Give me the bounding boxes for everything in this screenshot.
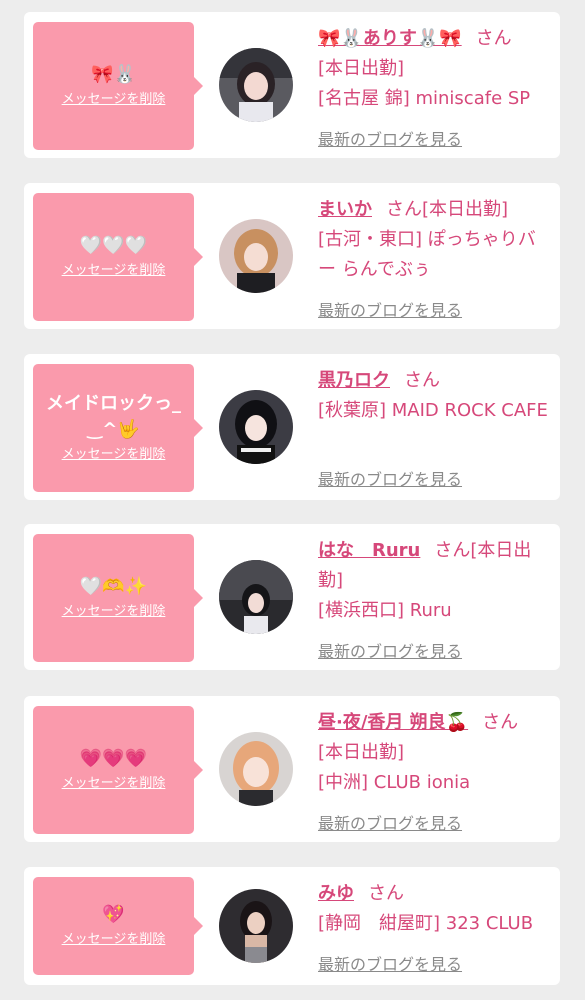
message-text: 💗💗💗 <box>79 748 148 769</box>
entry-info: 🎀🐰ありす🐰🎀 さん [本日出勤] [名古屋 錦] miniscafe SP <box>318 24 550 114</box>
honorific: さん <box>404 370 440 391</box>
honorific: さん <box>475 28 512 49</box>
list-item: 💗💗💗 メッセージを削除 昼·夜/香月 朔良🍒 さん [本日出勤] [中洲] CL… <box>24 696 560 842</box>
avatar[interactable] <box>219 219 293 293</box>
latest-blog-link[interactable]: 最新のブログを見る <box>318 951 462 975</box>
message-bubble: 🤍🫶✨ メッセージを削除 <box>33 534 203 662</box>
honorific: さん <box>386 199 422 220</box>
honorific: さん <box>482 712 519 733</box>
message-bubble: 🤍🤍🤍 メッセージを削除 <box>33 193 203 321</box>
entry-info: 昼·夜/香月 朔良🍒 さん [本日出勤] [中洲] CLUB ionia <box>318 708 550 798</box>
entry-info: 黒乃ロク さん [秋葉原] MAID ROCK CAFE <box>318 366 550 426</box>
message-text: メイドロックっ_ ‿^🤟 <box>46 393 181 440</box>
message-bubble: 💗💗💗 メッセージを削除 <box>33 706 203 834</box>
message-bubble: 💖 メッセージを削除 <box>33 877 203 975</box>
message-bubble: 🎀🐰 メッセージを削除 <box>33 22 203 150</box>
message-text: 🤍🫶✨ <box>79 576 148 597</box>
shop-link[interactable]: [古河・東口] ぽっちゃりバー らんでぶぅ <box>318 229 536 280</box>
girl-name-link[interactable]: みゆ <box>318 883 354 904</box>
entry-info: まいか さん[本日出勤] [古河・東口] ぽっちゃりバー らんでぶぅ <box>318 195 550 285</box>
honorific: さん <box>368 883 404 904</box>
message-text: 💖 <box>102 904 125 925</box>
delete-message-link[interactable]: メッセージを削除 <box>62 445 166 465</box>
honorific: さん <box>434 540 471 561</box>
avatar[interactable] <box>219 560 293 634</box>
list-item: 🤍🫶✨ メッセージを削除 はな Ruru さん[本日出勤] [横浜西口] Ruru… <box>24 524 560 670</box>
delete-message-link[interactable]: メッセージを削除 <box>62 261 166 281</box>
entry-info: みゆ さん [静岡 紺屋町] 323 CLUB <box>318 879 550 939</box>
girl-name-link[interactable]: 昼·夜/香月 朔良🍒 <box>318 712 468 733</box>
girl-name-link[interactable]: 黒乃ロク <box>318 370 390 391</box>
avatar[interactable] <box>219 390 293 464</box>
list-item: 💖 メッセージを削除 みゆ さん [静岡 紺屋町] 323 CLUB 最新のブログ… <box>24 867 560 985</box>
entry-info: はな Ruru さん[本日出勤] [横浜西口] Ruru <box>318 536 550 626</box>
girl-name-link[interactable]: 🎀🐰ありす🐰🎀 <box>318 28 462 49</box>
status-text: [本日出勤] <box>318 742 405 763</box>
list-item: メイドロックっ_ ‿^🤟 メッセージを削除 黒乃ロク さん [秋葉原] MAID … <box>24 354 560 500</box>
delete-message-link[interactable]: メッセージを削除 <box>62 602 166 622</box>
status-text: [本日出勤] <box>318 58 405 79</box>
latest-blog-link[interactable]: 最新のブログを見る <box>318 297 462 321</box>
girl-name-link[interactable]: まいか <box>318 199 372 220</box>
avatar[interactable] <box>219 48 293 122</box>
delete-message-link[interactable]: メッセージを削除 <box>62 90 166 110</box>
message-text: 🎀🐰 <box>91 64 136 85</box>
delete-message-link[interactable]: メッセージを削除 <box>62 774 166 794</box>
latest-blog-link[interactable]: 最新のブログを見る <box>318 466 462 490</box>
shop-link[interactable]: [秋葉原] MAID ROCK CAFE <box>318 400 548 421</box>
shop-link[interactable]: [横浜西口] Ruru <box>318 600 452 621</box>
list-item: 🎀🐰 メッセージを削除 🎀🐰ありす🐰🎀 さん [本日出勤] [名古屋 錦] min… <box>24 12 560 158</box>
shop-link[interactable]: [名古屋 錦] miniscafe SP <box>318 88 530 109</box>
message-bubble: メイドロックっ_ ‿^🤟 メッセージを削除 <box>33 364 203 492</box>
favorites-list: 🎀🐰 メッセージを削除 🎀🐰ありす🐰🎀 さん [本日出勤] [名古屋 錦] min… <box>0 0 585 1000</box>
avatar[interactable] <box>219 732 293 806</box>
girl-name-link[interactable]: はな Ruru <box>318 540 420 561</box>
shop-link[interactable]: [中洲] CLUB ionia <box>318 772 470 793</box>
message-text: 🤍🤍🤍 <box>79 235 148 256</box>
delete-message-link[interactable]: メッセージを削除 <box>62 930 166 950</box>
list-item: 🤍🤍🤍 メッセージを削除 まいか さん[本日出勤] [古河・東口] ぽっちゃりバー… <box>24 183 560 329</box>
status-text: [本日出勤] <box>422 199 509 220</box>
latest-blog-link[interactable]: 最新のブログを見る <box>318 810 462 834</box>
latest-blog-link[interactable]: 最新のブログを見る <box>318 126 462 150</box>
avatar[interactable] <box>219 889 293 963</box>
latest-blog-link[interactable]: 最新のブログを見る <box>318 638 462 662</box>
shop-link[interactable]: [静岡 紺屋町] 323 CLUB <box>318 913 533 934</box>
